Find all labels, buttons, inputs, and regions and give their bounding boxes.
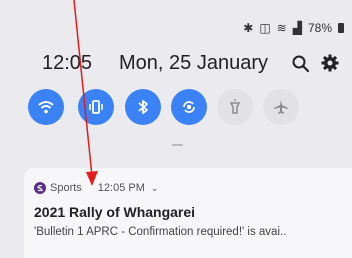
gear-icon[interactable] xyxy=(320,53,340,73)
notification-panel: ✱ ◫ ≋ ▟ 78% 12:05 Mon, 25 January Sports… xyxy=(0,0,352,258)
battery-percent: 78% xyxy=(307,21,332,35)
status-bar: ✱ ◫ ≋ ▟ 78% xyxy=(243,20,344,36)
flashlight-toggle[interactable] xyxy=(217,89,253,125)
sound-toggle[interactable] xyxy=(78,89,114,125)
bluetooth-toggle[interactable] xyxy=(125,89,161,125)
search-icon[interactable] xyxy=(291,54,311,74)
quick-toggles xyxy=(28,89,352,129)
bluetooth-icon: ✱ xyxy=(243,21,254,35)
battery-icon xyxy=(338,23,344,33)
vibrate-icon xyxy=(89,100,103,114)
vibrate-icon: ◫ xyxy=(259,21,271,35)
notification-app-name: Sports xyxy=(50,182,82,194)
sports-logo-icon xyxy=(37,184,43,192)
auto-rotate-toggle[interactable] xyxy=(171,89,207,125)
notification-time: 12:05 PM xyxy=(97,182,145,194)
chevron-down-icon[interactable]: ⌄ xyxy=(151,183,159,194)
clock-date: Mon, 25 January xyxy=(119,52,268,74)
airplane-icon xyxy=(274,100,288,114)
wifi-icon: ≋ xyxy=(276,21,287,35)
notification-card[interactable]: Sports 12:05 PM ⌄ 2021 Rally of Whangare… xyxy=(24,168,352,258)
flashlight-icon xyxy=(229,99,241,114)
clock-row: 12:05 Mon, 25 January xyxy=(42,52,339,78)
signal-icon: ▟ xyxy=(292,21,302,35)
notification-header: Sports 12:05 PM ⌄ xyxy=(34,180,158,196)
sports-app-icon xyxy=(34,182,46,194)
bluetooth-icon xyxy=(138,100,148,114)
wifi-icon xyxy=(38,101,54,114)
notification-title: 2021 Rally of Whangarei xyxy=(34,204,196,220)
airplane-toggle[interactable] xyxy=(263,89,299,125)
clock-time: 12:05 xyxy=(42,52,93,74)
rotate-icon xyxy=(183,101,195,113)
wifi-toggle[interactable] xyxy=(28,89,64,125)
panel-drag-handle[interactable] xyxy=(172,144,183,146)
notification-body: 'Bulletin 1 APRC - Confirmation required… xyxy=(34,226,287,238)
